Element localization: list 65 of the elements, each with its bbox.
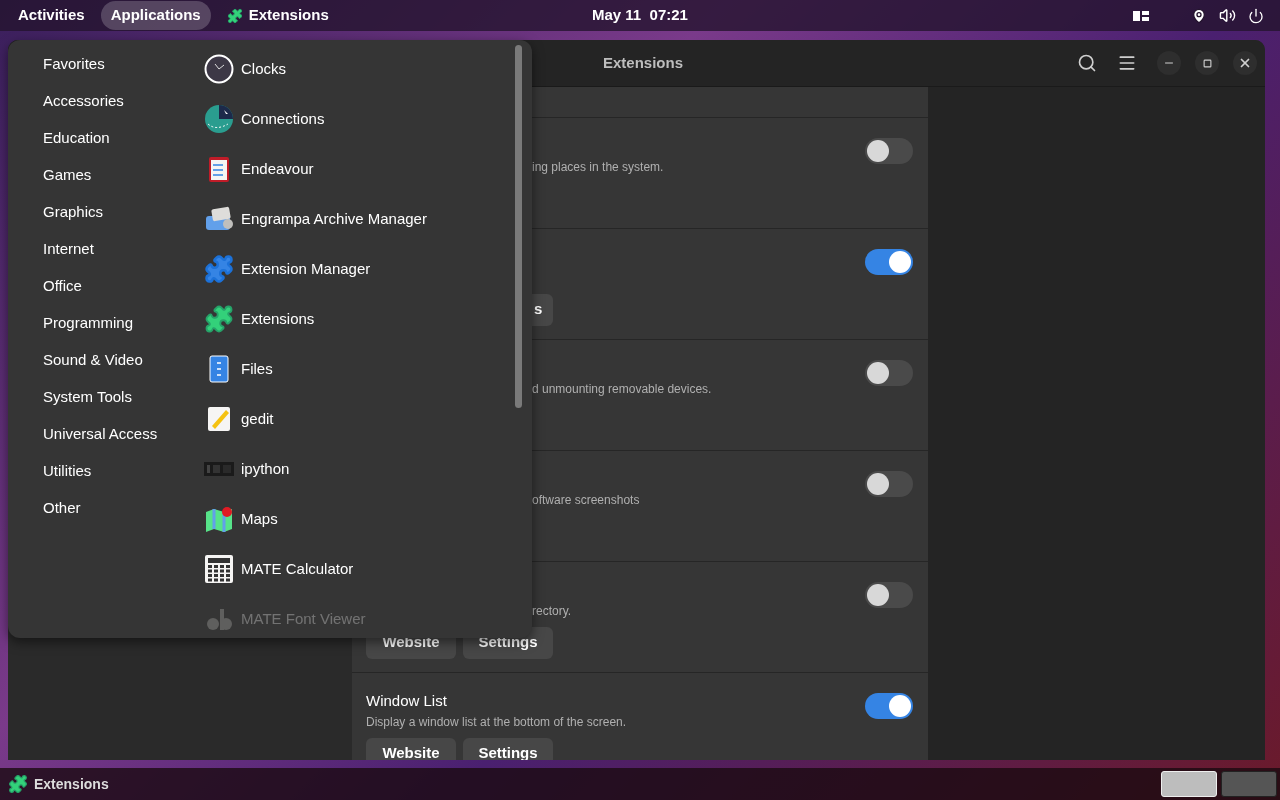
app-item[interactable]: ipython [204, 444, 532, 494]
extension-name: Window List [366, 692, 447, 709]
workspace-thumbnail[interactable] [1221, 771, 1277, 797]
category-item[interactable]: Sound & Video [43, 350, 188, 387]
category-item[interactable]: Accessories [43, 91, 188, 128]
scrollbar[interactable] [515, 45, 522, 408]
activities-button[interactable]: Activities [8, 1, 95, 30]
category-item[interactable]: Games [43, 165, 188, 202]
category-item[interactable]: Office [43, 276, 188, 313]
close-button[interactable] [1233, 51, 1257, 75]
taskbar-item[interactable]: Extensions [8, 773, 109, 795]
clock[interactable]: May 11 07:21 [592, 4, 688, 27]
globe-icon [204, 104, 234, 134]
menu-icon[interactable] [1117, 53, 1137, 73]
calculator-icon [204, 554, 234, 584]
app-item[interactable]: Connections [204, 94, 532, 144]
toggle-switch[interactable] [865, 471, 913, 497]
puzzle-icon [8, 774, 28, 794]
search-icon[interactable] [1077, 53, 1097, 73]
extension-description: d unmounting removable devices. [532, 382, 712, 396]
category-item[interactable]: Internet [43, 239, 188, 276]
toggle-switch[interactable] [865, 249, 913, 275]
window-tiles-icon[interactable] [1133, 9, 1149, 22]
clock-icon [204, 54, 234, 84]
puzzle-icon [204, 304, 234, 334]
map-icon [204, 504, 234, 534]
window-title: Extensions [603, 52, 684, 73]
puzzle-icon [204, 254, 234, 284]
category-item[interactable]: Graphics [43, 202, 188, 239]
top-bar-menu[interactable]: Extensions [216, 1, 339, 30]
category-item[interactable]: Programming [43, 313, 188, 350]
power-icon[interactable] [1248, 7, 1264, 24]
extension-description: ing places in the system. [532, 160, 664, 174]
toggle-switch[interactable] [865, 138, 913, 164]
category-item[interactable]: Other [43, 498, 188, 535]
app-item[interactable]: gedit [204, 394, 532, 444]
puzzle-icon [226, 7, 243, 24]
app-item[interactable]: MATE Calculator [204, 544, 532, 594]
category-item[interactable]: Universal Access [43, 424, 188, 461]
app-item[interactable]: Extensions [204, 294, 532, 344]
app-item[interactable]: Extension Manager [204, 244, 532, 294]
extension-button[interactable]: s [532, 294, 553, 326]
toggle-switch[interactable] [865, 693, 913, 719]
app-item[interactable]: Engrampa Archive Manager [204, 194, 532, 244]
app-item[interactable]: Clocks [204, 44, 532, 94]
toggle-switch[interactable] [865, 360, 913, 386]
close-icon [1238, 56, 1252, 70]
app-item[interactable]: Maps [204, 494, 532, 544]
extension-description: rectory. [532, 604, 572, 618]
app-item[interactable]: Endeavour [204, 144, 532, 194]
category-item[interactable]: Favorites [43, 54, 188, 91]
location-icon[interactable] [1191, 7, 1207, 24]
category-item[interactable]: Education [43, 128, 188, 165]
volume-icon[interactable] [1219, 7, 1236, 24]
maximize-icon [1202, 58, 1212, 68]
maximize-button[interactable] [1195, 51, 1219, 75]
category-item[interactable]: System Tools [43, 387, 188, 424]
extension-description: oftware screenshots [532, 493, 640, 507]
top-bar-menu[interactable]: Applications [100, 1, 211, 30]
extension-description: Display a window list at the bottom of the screen. [366, 715, 627, 729]
app-item[interactable]: Files [204, 344, 532, 394]
category-item[interactable]: Utilities [43, 461, 188, 498]
toggle-switch[interactable] [865, 582, 913, 608]
minimize-button[interactable] [1157, 51, 1181, 75]
extension-button[interactable]: Website [366, 738, 456, 760]
